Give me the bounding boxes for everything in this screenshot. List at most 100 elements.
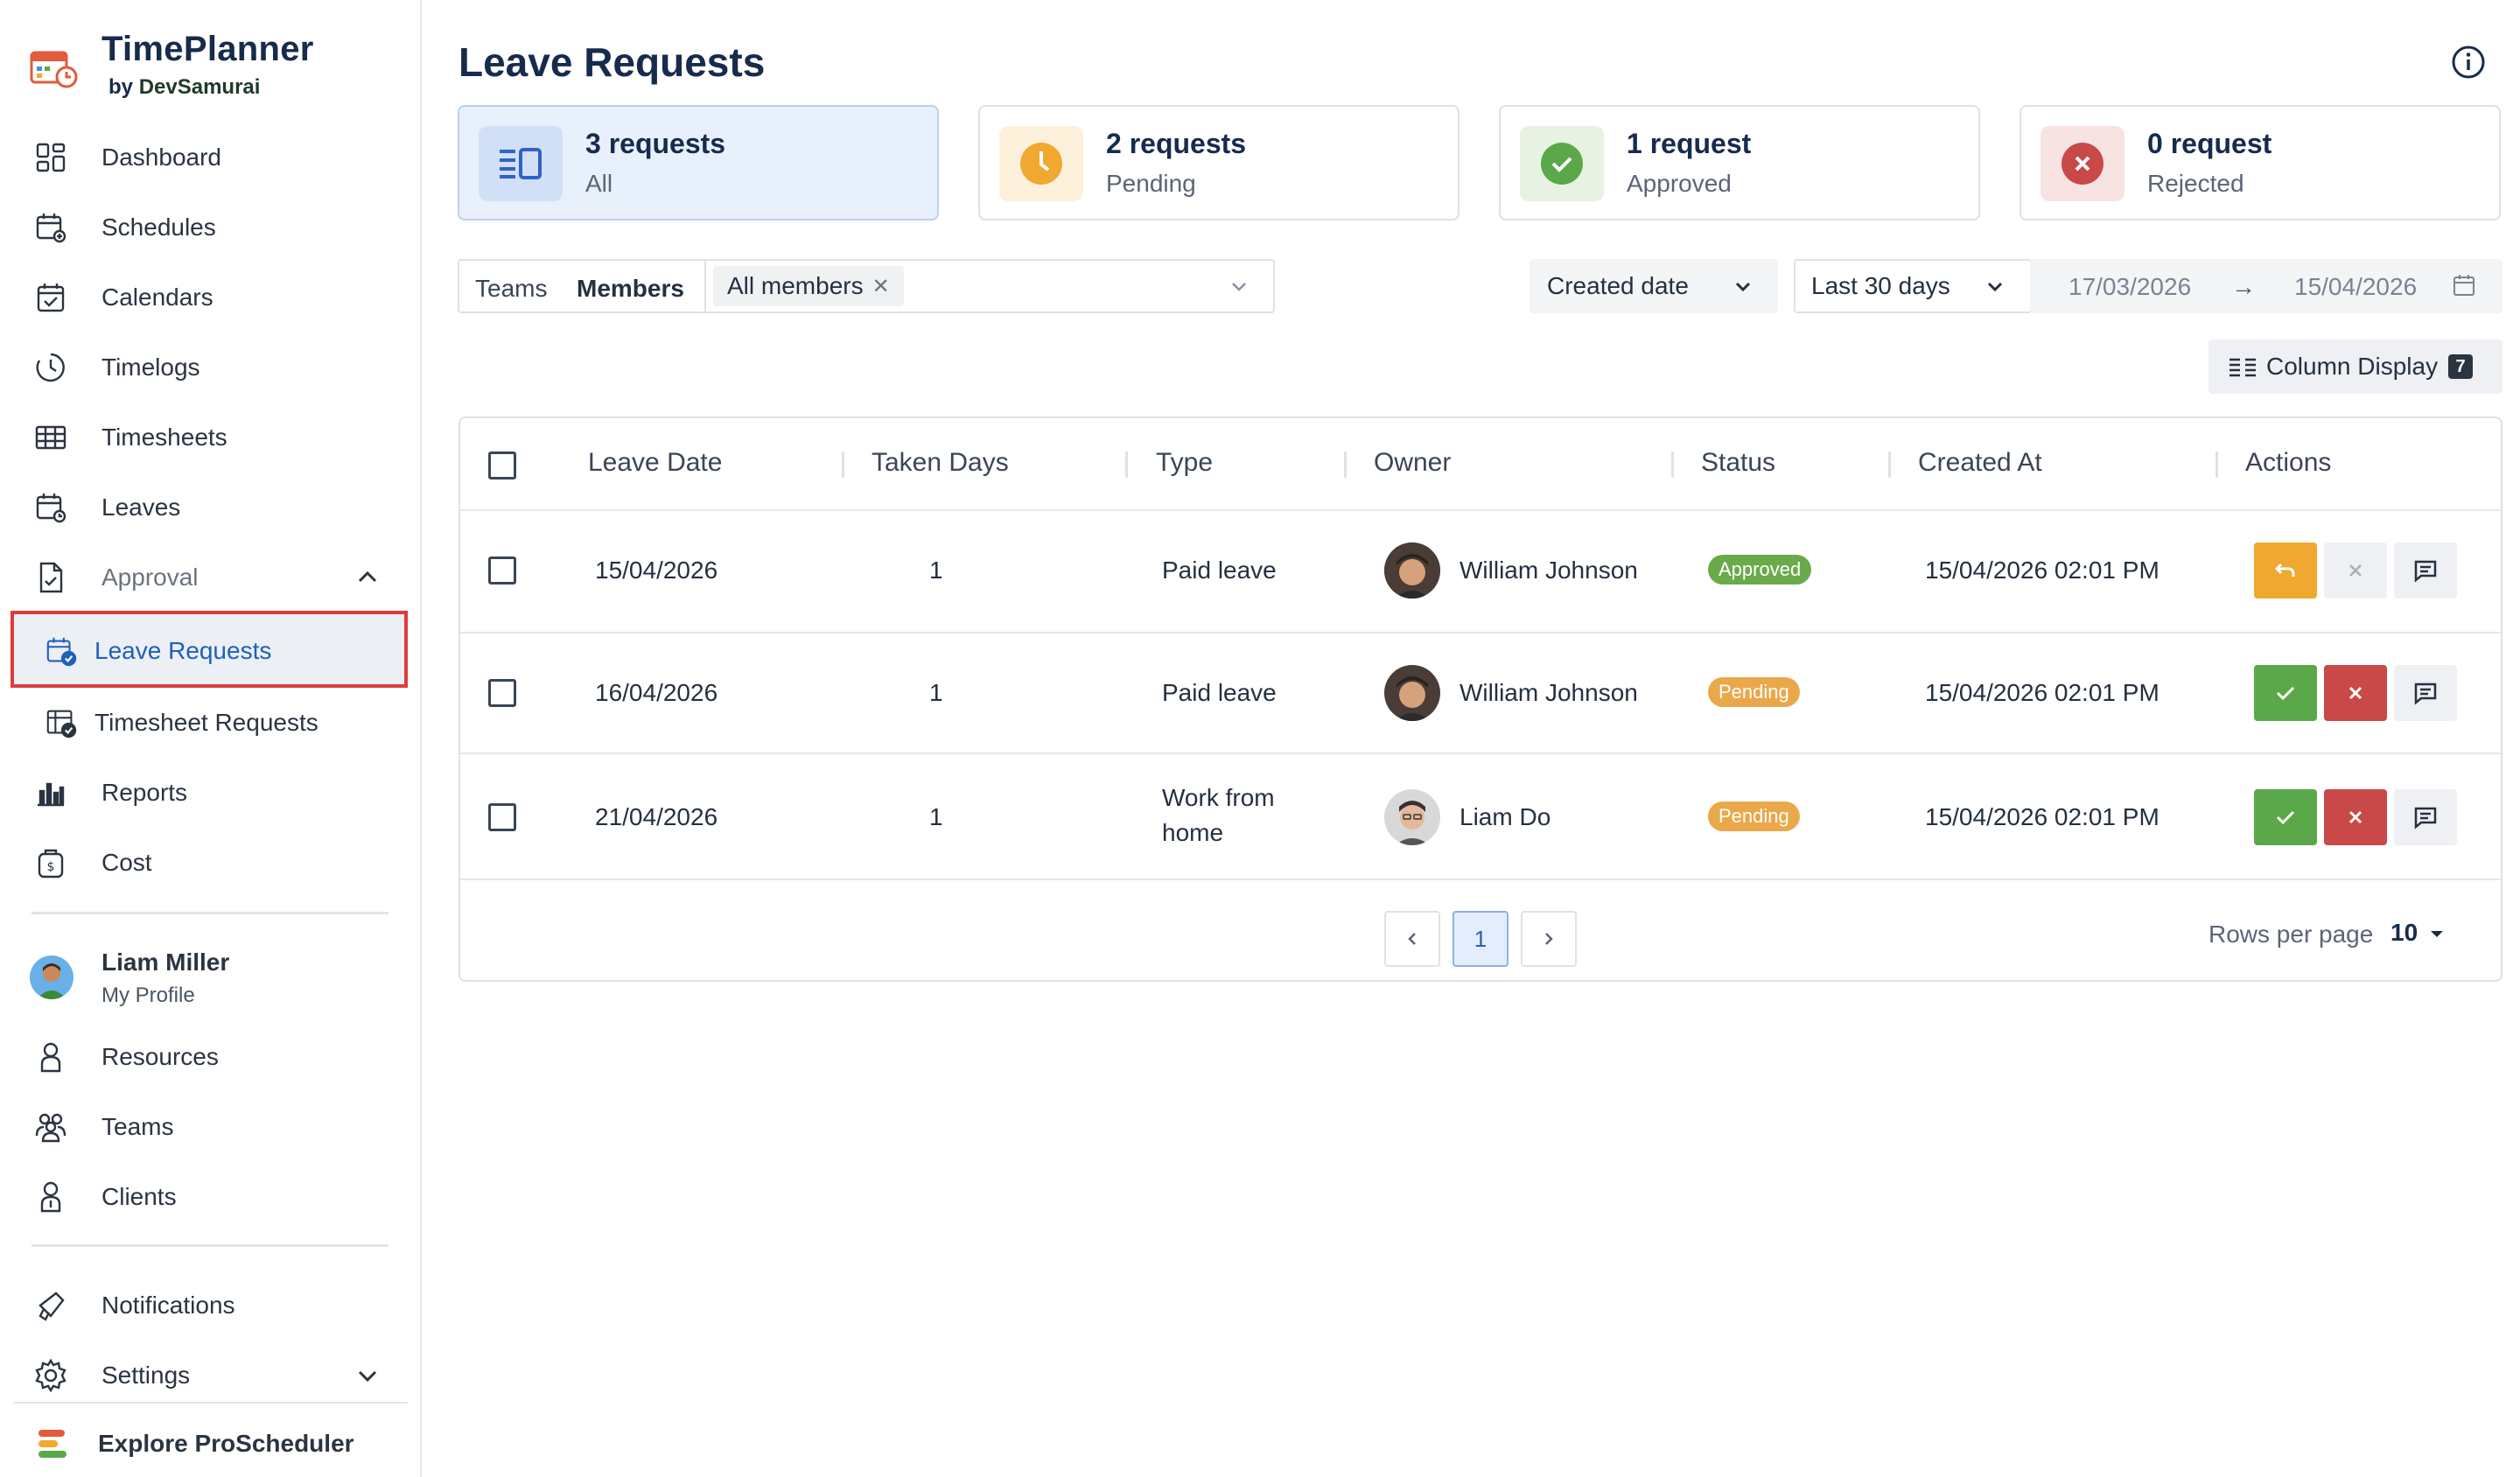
stat-card-rejected[interactable]: 0 request Rejected — [2020, 105, 2501, 220]
sidebar-item-timesheet-requests[interactable]: Timesheet Requests — [44, 698, 318, 747]
column-display-button[interactable]: Column Display 7 — [2208, 340, 2502, 394]
column-separator — [1344, 452, 1347, 478]
sidebar-item-teams[interactable]: Teams — [32, 1102, 173, 1152]
page-title: Leave Requests — [458, 39, 766, 85]
reject-button[interactable] — [2324, 665, 2387, 721]
owner-avatar — [1384, 542, 1440, 598]
row-checkbox[interactable] — [488, 803, 516, 831]
close-icon — [2349, 564, 2362, 577]
sidebar-item-clients[interactable]: Clients — [32, 1172, 177, 1222]
filter-separator — [704, 261, 706, 312]
sidebar-item-approval[interactable]: Approval — [32, 553, 199, 602]
column-separator — [1888, 452, 1891, 478]
row-checkbox[interactable] — [488, 679, 516, 707]
chevron-down-icon[interactable] — [1229, 276, 1249, 296]
column-header-owner[interactable]: Owner — [1374, 448, 1451, 478]
chevron-left-icon — [1408, 933, 1416, 945]
column-separator — [2216, 452, 2218, 478]
sidebar-divider — [32, 1244, 388, 1247]
sidebar-item-notifications[interactable]: Notifications — [32, 1281, 235, 1330]
comment-icon — [2414, 682, 2437, 705]
app-by-brand: DevSamurai — [138, 75, 261, 99]
sidebar-divider — [32, 912, 388, 914]
sidebar-item-leaves[interactable]: Leaves — [32, 483, 180, 532]
column-header-status[interactable]: Status — [1701, 448, 1775, 478]
tab-members[interactable]: Members — [577, 275, 684, 303]
stat-card-pending[interactable]: 2 requests Pending — [978, 105, 1460, 220]
date-type-select[interactable]: Created date — [1530, 259, 1778, 313]
next-page-button[interactable] — [1521, 911, 1577, 967]
clock-icon — [32, 348, 70, 387]
reject-button-disabled[interactable] — [2324, 542, 2387, 598]
profile-avatar[interactable] — [30, 956, 74, 999]
approve-button[interactable] — [2254, 789, 2317, 845]
sidebar-item-timesheets[interactable]: Timesheets — [32, 413, 228, 462]
column-count-badge: 7 — [2448, 354, 2474, 379]
pending-clock-icon — [999, 126, 1083, 201]
date-range-arrow: → — [2231, 273, 2256, 300]
comment-button[interactable] — [2394, 789, 2457, 845]
sidebar-item-timelogs[interactable]: Timelogs — [32, 343, 200, 392]
client-icon — [32, 1178, 70, 1216]
comment-button[interactable] — [2394, 665, 2457, 721]
column-header-type[interactable]: Type — [1156, 448, 1213, 478]
profile-name[interactable]: Liam Miller — [102, 948, 229, 976]
bar-chart-icon — [32, 774, 70, 812]
owner-avatar — [1384, 789, 1440, 845]
profile-subtitle[interactable]: My Profile — [102, 984, 195, 1008]
date-from[interactable]: 17/03/2026 — [2068, 273, 2191, 301]
page-button-current[interactable]: 1 — [1452, 911, 1508, 967]
comment-icon — [2414, 560, 2437, 583]
cell-type-line2: home — [1162, 819, 1224, 846]
calendar-icon[interactable] — [2452, 273, 2476, 298]
close-icon — [2348, 810, 2362, 824]
date-to[interactable]: 15/04/2026 — [2294, 273, 2417, 301]
leave-requests-table: Leave Date Taken Days Type Owner Status … — [458, 416, 2502, 982]
rows-per-page-value: 10 — [2390, 919, 2418, 946]
sidebar-item-resources[interactable]: Resources — [32, 1032, 219, 1082]
row-checkbox[interactable] — [488, 556, 516, 584]
range-select[interactable]: Last 30 days — [1794, 259, 2032, 313]
sidebar-item-leave-requests[interactable]: Leave Requests — [44, 626, 271, 676]
cell-created-at: 15/04/2026 02:01 PM — [1925, 679, 2160, 706]
sidebar-item-settings[interactable]: Settings — [32, 1351, 190, 1400]
date-range-picker[interactable]: 17/03/2026 → 15/04/2026 — [2030, 259, 2502, 313]
tab-teams[interactable]: Teams — [475, 275, 547, 303]
chevron-up-icon[interactable] — [355, 565, 380, 590]
column-header-taken-days[interactable]: Taken Days — [872, 448, 1009, 478]
reject-button[interactable] — [2324, 789, 2387, 845]
table-check-icon — [44, 705, 79, 740]
app-byline: by DevSamurai — [108, 75, 260, 100]
info-icon[interactable] — [2450, 44, 2487, 80]
rows-per-page-select[interactable]: 10 — [2390, 919, 2446, 947]
member-chip[interactable]: All members ✕ — [713, 266, 904, 306]
caret-down-icon — [2431, 930, 2444, 937]
select-all-checkbox[interactable] — [488, 452, 516, 480]
approve-button[interactable] — [2254, 665, 2317, 721]
app-logo-icon — [30, 46, 79, 89]
sidebar-item-cost[interactable]: $ Cost — [32, 838, 152, 887]
column-header-created-at[interactable]: Created At — [1918, 448, 2042, 478]
column-header-leave-date[interactable]: Leave Date — [588, 448, 722, 478]
chevron-down-icon[interactable] — [355, 1363, 380, 1388]
close-icon[interactable]: ✕ — [872, 274, 890, 299]
prev-page-button[interactable] — [1384, 911, 1440, 967]
stat-card-approved[interactable]: 1 request Approved — [1499, 105, 1980, 220]
status-badge: Pending — [1708, 677, 1800, 707]
sidebar-item-label: Notifications — [102, 1292, 235, 1319]
sidebar-item-calendars[interactable]: Calendars — [32, 273, 214, 322]
cell-leave-date: 21/04/2026 — [595, 803, 718, 830]
cell-taken-days: 1 — [929, 803, 943, 830]
sidebar-item-reports[interactable]: Reports — [32, 768, 187, 817]
undo-button[interactable] — [2254, 542, 2317, 598]
explore-proscheduler-link[interactable]: Explore ProScheduler — [98, 1430, 354, 1458]
stat-card-all[interactable]: 3 requests All — [458, 105, 939, 220]
sidebar-item-dashboard[interactable]: Dashboard — [32, 133, 221, 182]
schedules-icon — [32, 208, 70, 247]
column-header-actions: Actions — [2245, 448, 2332, 477]
sidebar-item-label: Reports — [102, 779, 188, 806]
status-badge: Approved — [1708, 555, 1812, 584]
cell-owner: William Johnson — [1460, 679, 1638, 706]
sidebar-item-schedules[interactable]: Schedules — [32, 203, 216, 252]
comment-button[interactable] — [2394, 542, 2457, 598]
